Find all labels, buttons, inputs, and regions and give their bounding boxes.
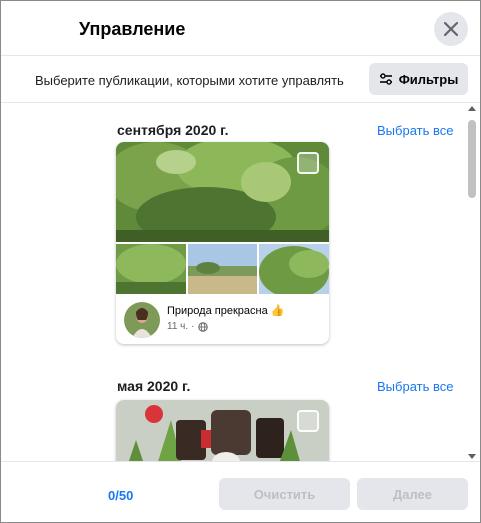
globe-icon bbox=[197, 321, 208, 332]
post-select-checkbox[interactable] bbox=[297, 410, 319, 432]
close-icon bbox=[444, 22, 458, 36]
post-photo-main bbox=[116, 142, 329, 242]
dialog-footer: 0/50 Очистить Далее bbox=[1, 461, 480, 522]
section-date: мая 2020 г. bbox=[117, 378, 191, 394]
posts-list: сентября 2020 г. Выбрать все Природа пре… bbox=[1, 104, 464, 461]
filters-button[interactable]: Фильтры bbox=[369, 63, 468, 95]
post-info: Природа прекрасна 👍 11 ч. · bbox=[116, 294, 329, 344]
selection-counter: 0/50 bbox=[108, 488, 134, 503]
scroll-thumb[interactable] bbox=[468, 120, 476, 198]
dialog-header: Управление bbox=[1, 1, 480, 56]
select-all-link[interactable]: Выбрать все bbox=[377, 379, 453, 394]
sliders-icon bbox=[379, 73, 392, 85]
post-photo-row bbox=[116, 244, 329, 294]
post-photo-main bbox=[116, 400, 329, 461]
subbar-description: Выберите публикации, которыми хотите упр… bbox=[35, 73, 344, 88]
scroll-up-arrow-icon[interactable] bbox=[468, 106, 476, 111]
post-card[interactable] bbox=[116, 400, 329, 461]
clear-button[interactable]: Очистить bbox=[219, 478, 350, 510]
scroll-down-arrow-icon[interactable] bbox=[468, 454, 476, 459]
post-meta: 11 ч. · bbox=[167, 321, 208, 332]
next-button[interactable]: Далее bbox=[357, 478, 468, 510]
close-button[interactable] bbox=[434, 12, 468, 46]
select-all-link[interactable]: Выбрать все bbox=[377, 123, 453, 138]
post-photo-thumb bbox=[187, 244, 258, 294]
section-date: сентября 2020 г. bbox=[117, 122, 229, 138]
post-time: 11 ч. bbox=[167, 321, 189, 332]
meta-separator: · bbox=[191, 321, 195, 332]
post-select-checkbox[interactable] bbox=[297, 152, 319, 174]
post-card[interactable]: Природа прекрасна 👍 11 ч. · bbox=[116, 142, 329, 344]
post-photo-thumb bbox=[259, 244, 329, 294]
avatar bbox=[124, 302, 160, 338]
post-photo-thumb bbox=[116, 244, 186, 294]
scrollbar[interactable] bbox=[466, 104, 478, 461]
post-text: Природа прекрасна 👍 bbox=[167, 305, 285, 317]
filters-label: Фильтры bbox=[398, 71, 459, 87]
manage-posts-dialog: Управление Выберите публикации, которыми… bbox=[0, 0, 481, 523]
dialog-title: Управление bbox=[79, 19, 186, 39]
